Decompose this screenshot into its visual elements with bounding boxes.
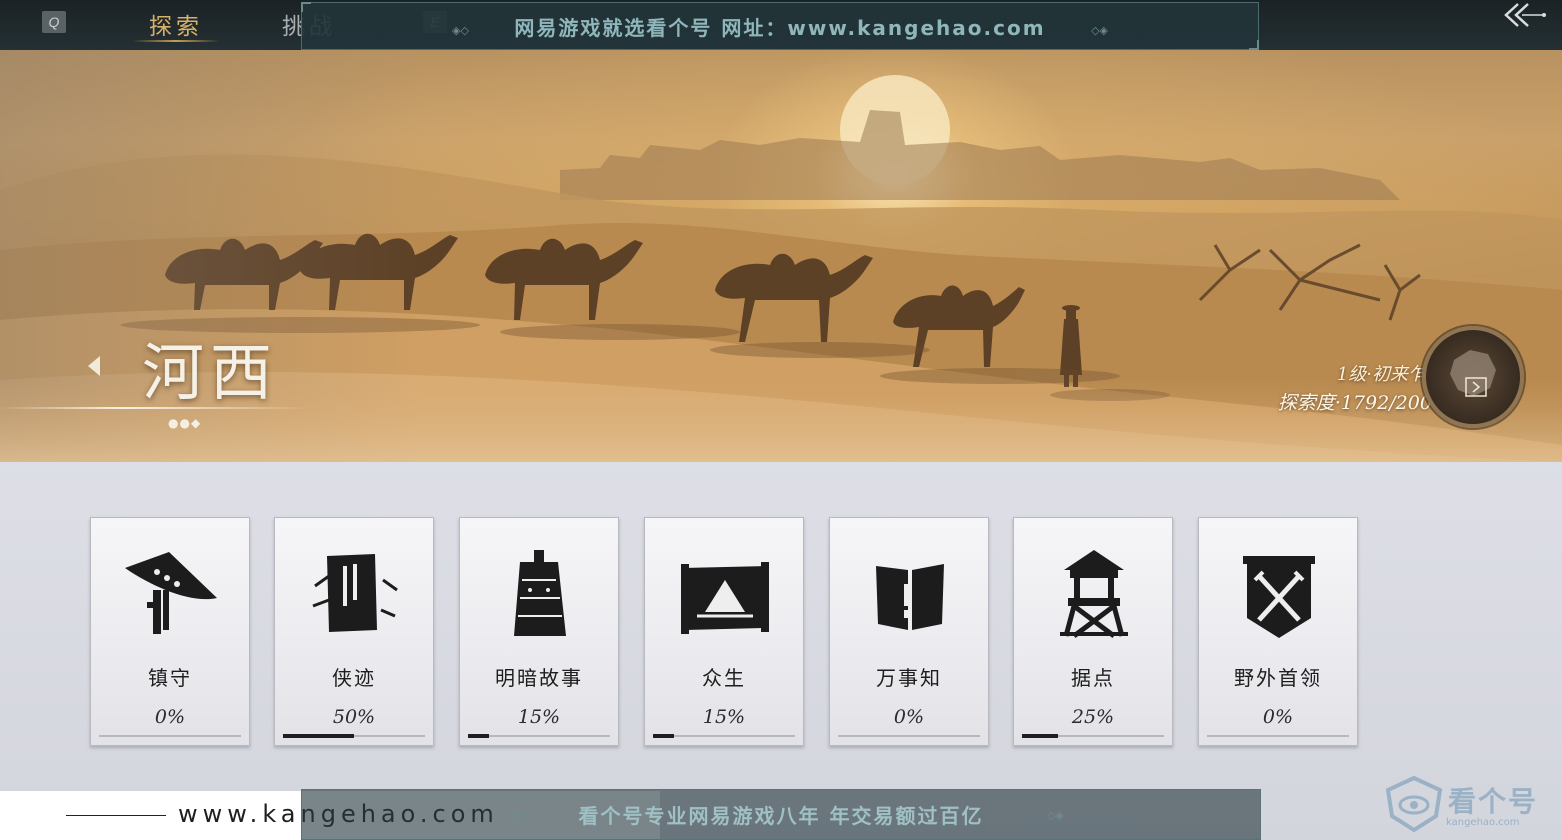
category-progress-track — [838, 735, 980, 737]
category-label: 明暗故事 — [495, 666, 583, 690]
tab-explore[interactable]: 探索 — [130, 4, 222, 44]
double-chevron-left-icon — [1504, 3, 1546, 27]
category-progress-track — [99, 735, 241, 737]
category-label: 野外首领 — [1234, 666, 1322, 690]
region-page-indicator: ●●◆ — [168, 416, 202, 430]
category-progress-track — [468, 734, 610, 738]
category-label: 众生 — [702, 666, 746, 690]
category-progress-fill — [283, 734, 354, 738]
category-percent: 15% — [517, 706, 561, 728]
watermark-bottom-text: 看个号专业网易游戏八年 年交易额过百亿 — [578, 804, 984, 828]
region-hero-image: 河西 ●●◆ 1级·初来乍到 探索度·1792/2000 — [0, 50, 1562, 462]
bell-icon — [514, 550, 566, 636]
category-progress-track — [1207, 735, 1349, 737]
watermark-line — [66, 815, 166, 816]
category-progress-fill — [1022, 734, 1058, 738]
category-progress-track — [653, 734, 795, 738]
watermark-logo-text: 看个号 — [1448, 785, 1539, 818]
category-card-garrison[interactable]: 镇守 0% — [90, 517, 250, 746]
category-card-all-beings[interactable]: 众生 15% — [644, 517, 804, 746]
category-percent: 0% — [1262, 706, 1294, 728]
category-card-knowledge[interactable]: 万事知 0% — [829, 517, 989, 746]
map-icon — [1450, 350, 1496, 397]
key-hint-q: Q — [42, 11, 66, 33]
category-card-hero-deeds[interactable]: 侠迹 50% — [274, 517, 434, 746]
category-percent: 50% — [332, 706, 376, 728]
category-percent: 0% — [893, 706, 925, 728]
region-map-button[interactable] — [1422, 326, 1524, 428]
watermark-banner-bottom: ◈◇ 看个号专业网易游戏八年 年交易额过百亿 ◇◈ — [301, 789, 1261, 840]
banner-corner — [1249, 40, 1259, 50]
crossed-swords-banner-icon — [1243, 556, 1315, 638]
category-progress-track — [283, 734, 425, 738]
straw-hat-icon — [125, 552, 217, 634]
previous-region-arrow-icon[interactable] — [88, 356, 100, 376]
category-label: 据点 — [1071, 666, 1115, 690]
category-progress-track — [1022, 734, 1164, 738]
back-button[interactable] — [1498, 0, 1548, 30]
watermark-banner-top: ◈◇ 网易游戏就选看个号 网址：www.kangehao.com ◇◈ — [301, 2, 1259, 50]
watermark-logo-url: kangehao.com — [1446, 817, 1520, 828]
watchtower-icon — [1060, 550, 1128, 638]
category-progress-fill — [468, 734, 490, 738]
category-card-stories[interactable]: 明暗故事 15% — [459, 517, 619, 746]
category-percent: 15% — [702, 706, 746, 728]
category-label: 万事知 — [876, 666, 942, 690]
ornament-icon: ◈◇ — [452, 24, 469, 37]
category-cards: 镇守 0% 侠迹 50% 明暗故事 15% 众生 15% 万事知 0% 据点 2… — [90, 517, 1360, 747]
watermark-logo: 看个号 kangehao.com — [1384, 774, 1556, 834]
category-percent: 0% — [154, 706, 186, 728]
scroll-painting-icon — [681, 562, 769, 634]
category-card-field-bosses[interactable]: 野外首领 0% — [1198, 517, 1358, 746]
book-icon — [312, 554, 398, 632]
ornament-icon: ◇◈ — [1047, 809, 1064, 822]
region-exploration-progress: 探索度·1792/2000 — [1277, 392, 1444, 414]
category-progress-fill — [653, 734, 675, 738]
region-divider — [0, 407, 310, 409]
category-percent: 25% — [1071, 706, 1115, 728]
watermark-top-text: 网易游戏就选看个号 网址：www.kangehao.com — [514, 15, 1046, 40]
open-book-icon — [876, 564, 944, 630]
banner-corner — [301, 2, 311, 12]
shield-logo-icon — [1385, 775, 1443, 833]
category-card-strongholds[interactable]: 据点 25% — [1013, 517, 1173, 746]
region-name: 河西 — [142, 336, 279, 409]
ornament-icon: ◈◇ — [508, 809, 525, 822]
ornament-icon: ◇◈ — [1091, 24, 1108, 37]
category-label: 镇守 — [148, 666, 192, 690]
category-label: 侠迹 — [332, 666, 376, 690]
